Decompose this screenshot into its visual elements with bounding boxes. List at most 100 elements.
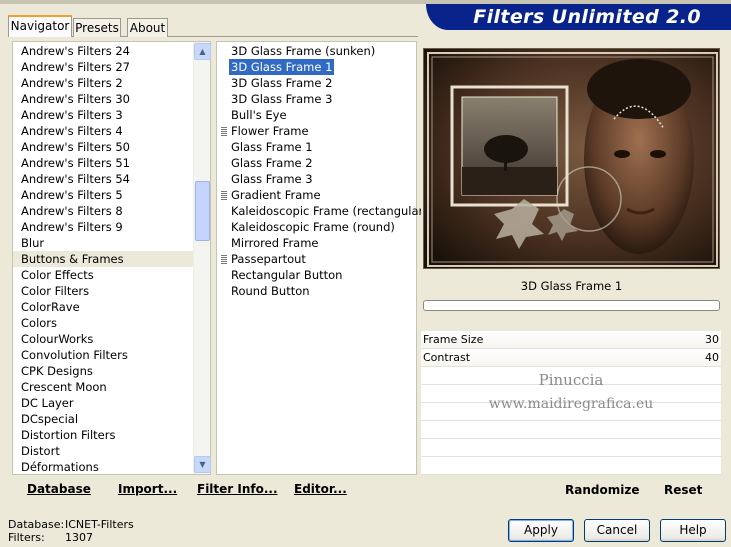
category-item[interactable]: Andrew's Filters 24	[13, 43, 193, 59]
scroll-up-button[interactable]: ▲	[194, 43, 211, 60]
filter-item[interactable]: 3D Glass Frame 2	[221, 75, 411, 91]
filter-item[interactable]: Kaleidoscopic Frame (round)	[221, 219, 411, 235]
import-link[interactable]: Import...	[118, 482, 177, 496]
category-item[interactable]: Andrew's Filters 3	[13, 107, 193, 123]
category-item[interactable]: DCspecial	[13, 411, 193, 427]
cancel-button[interactable]: Cancel	[584, 519, 650, 542]
filter-item[interactable]: 3D Glass Frame (sunken)	[221, 43, 411, 59]
category-item[interactable]: Andrew's Filters 9	[13, 219, 193, 235]
apply-button[interactable]: Apply	[508, 519, 574, 542]
filter-item[interactable]: Glass Frame 2	[221, 155, 411, 171]
filter-info-link[interactable]: Filter Info...	[197, 482, 278, 496]
category-item-label: Andrew's Filters 4	[21, 124, 123, 138]
category-item-label: Color Filters	[21, 284, 90, 298]
category-item[interactable]: Andrew's Filters 5	[13, 187, 193, 203]
category-item[interactable]: DC Layer	[13, 395, 193, 411]
preview-image[interactable]	[423, 48, 720, 269]
tab-navigator[interactable]: Navigator	[8, 15, 72, 37]
category-item[interactable]: Andrew's Filters 54	[13, 171, 193, 187]
category-item[interactable]: Colors	[13, 315, 193, 331]
filter-item[interactable]: Passepartout	[221, 251, 411, 267]
category-item[interactable]: Andrew's Filters 2	[13, 75, 193, 91]
database-link[interactable]: Database	[27, 482, 91, 496]
randomize-button[interactable]: Randomize	[565, 483, 639, 497]
category-item[interactable]: Andrew's Filters 30	[13, 91, 193, 107]
category-item-label: Andrew's Filters 2	[21, 76, 123, 90]
filter-item[interactable]: 3D Glass Frame 1	[221, 59, 411, 75]
category-item[interactable]: Andrew's Filters 27	[13, 59, 193, 75]
filter-item[interactable]: Bull's Eye	[221, 107, 411, 123]
filter-item-label: 3D Glass Frame 1	[229, 59, 335, 75]
preview-area: 3D Glass Frame 1 Frame Size 30 Contrast …	[421, 41, 723, 502]
category-item[interactable]: Distortion Filters	[13, 427, 193, 443]
tab-about[interactable]: About	[127, 18, 168, 37]
param-frame-size[interactable]: Frame Size 30	[421, 331, 721, 349]
status-database-label: Database:	[8, 518, 65, 531]
category-item-label: ColourWorks	[21, 332, 94, 346]
category-item[interactable]: ColorRave	[13, 299, 193, 315]
param-contrast-label: Contrast	[423, 351, 471, 364]
category-item[interactable]: Blur	[13, 235, 193, 251]
category-item-label: Blur	[21, 236, 45, 250]
category-item[interactable]: Andrew's Filters 4	[13, 123, 193, 139]
category-list-panel[interactable]: Andrew's Filters 24 Andrew's Filters 27 An…	[12, 41, 211, 475]
param-contrast[interactable]: Contrast 40	[421, 349, 721, 367]
category-item[interactable]: CPK Designs	[13, 363, 193, 379]
category-item[interactable]: Distort	[13, 443, 193, 459]
category-item-label: Andrew's Filters 51	[21, 156, 130, 170]
filter-name-display: 3D Glass Frame 1	[423, 276, 720, 296]
filter-item[interactable]: Round Button	[221, 283, 411, 299]
filter-item[interactable]: Glass Frame 1	[221, 139, 411, 155]
filter-item-label: Mirrored Frame	[231, 236, 319, 250]
scroll-thumb[interactable]	[195, 180, 210, 241]
tab-presets[interactable]: Presets	[73, 18, 121, 37]
category-item-label: Andrew's Filters 5	[21, 188, 123, 202]
editor-link-label: Editor...	[294, 482, 347, 496]
category-item[interactable]: Color Effects	[13, 267, 193, 283]
filter-item[interactable]: 3D Glass Frame 3	[221, 91, 411, 107]
filter-item-label: 3D Glass Frame (sunken)	[231, 44, 376, 58]
category-item[interactable]: Color Filters	[13, 283, 193, 299]
filter-item[interactable]: Mirrored Frame	[221, 235, 411, 251]
filter-item[interactable]: Gradient Frame	[221, 187, 411, 203]
scroll-down-button[interactable]: ▼	[194, 456, 211, 473]
filter-item-label: Round Button	[231, 284, 310, 298]
group-icon	[221, 191, 227, 200]
progress-bar	[423, 300, 720, 311]
category-list[interactable]: Andrew's Filters 24 Andrew's Filters 27 An…	[13, 43, 193, 475]
category-item[interactable]: Crescent Moon	[13, 379, 193, 395]
category-scrollbar[interactable]: ▲ ▼	[193, 42, 211, 474]
database-link-label: Database	[27, 482, 91, 496]
filter-item-label: Glass Frame 2	[231, 156, 313, 170]
reset-button[interactable]: Reset	[664, 483, 702, 497]
app-banner: Filters Unlimited 2.0	[426, 4, 731, 30]
filter-list-panel[interactable]: 3D Glass Frame (sunken) 3D Glass Frame 13…	[216, 41, 428, 475]
category-item[interactable]: Convolution Filters	[13, 347, 193, 363]
category-item[interactable]: Buttons & Frames	[13, 251, 193, 267]
filter-item-label: 3D Glass Frame 3	[231, 92, 333, 106]
filter-item[interactable]: Rectangular Button	[221, 267, 411, 283]
category-item-label: Andrew's Filters 8	[21, 204, 123, 218]
group-icon	[221, 255, 227, 264]
filter-list[interactable]: 3D Glass Frame (sunken) 3D Glass Frame 13…	[221, 43, 428, 299]
filter-item[interactable]: Glass Frame 3	[221, 171, 411, 187]
editor-link[interactable]: Editor...	[294, 482, 347, 496]
param-slot-7	[421, 439, 721, 457]
category-item-label: Crescent Moon	[21, 380, 107, 394]
watermark: Pinuccia www.maidiregrafica.eu	[421, 368, 721, 416]
category-item[interactable]: Andrew's Filters 51	[13, 155, 193, 171]
category-item[interactable]: Déformations	[13, 459, 193, 475]
category-item[interactable]: Andrew's Filters 8	[13, 203, 193, 219]
filter-item-label: Glass Frame 1	[231, 140, 313, 154]
filter-item[interactable]: Kaleidoscopic Frame (rectangular)	[221, 203, 428, 219]
category-item-label: CPK Designs	[21, 364, 93, 378]
status-database-value: ICNET-Filters	[65, 518, 134, 531]
category-item[interactable]: Andrew's Filters 50	[13, 139, 193, 155]
help-button[interactable]: Help	[660, 519, 726, 542]
filter-item[interactable]: Flower Frame	[221, 123, 411, 139]
filter-item-label: Kaleidoscopic Frame (rectangular)	[231, 204, 428, 218]
group-icon	[221, 127, 227, 136]
category-item[interactable]: ColourWorks	[13, 331, 193, 347]
